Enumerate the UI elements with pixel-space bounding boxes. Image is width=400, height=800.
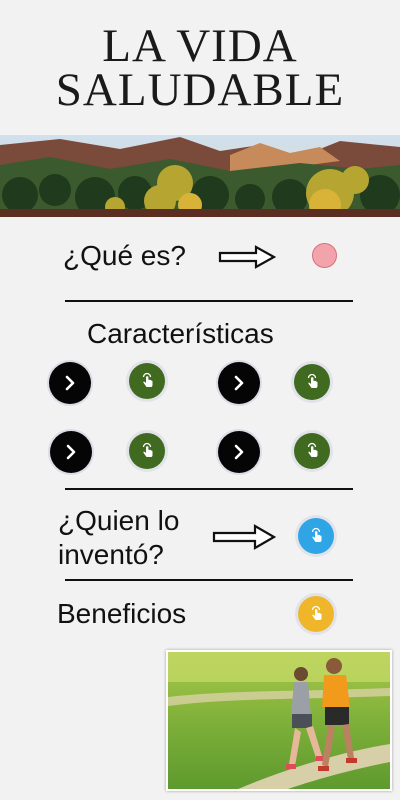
divider <box>65 300 353 302</box>
characteristic-4-next-button[interactable] <box>218 431 260 473</box>
chevron-right-icon <box>234 375 244 391</box>
tap-hand-icon <box>307 442 318 457</box>
caracteristicas-label: Características <box>87 318 274 349</box>
chevron-right-icon <box>65 375 75 391</box>
page-title: LA VIDA SALUDABLE <box>0 20 400 116</box>
chevron-right-icon <box>234 444 244 460</box>
characteristic-2-tap-button[interactable] <box>294 364 330 400</box>
chevron-right-icon <box>66 444 76 460</box>
quien-tap-button[interactable] <box>298 518 334 554</box>
quien-label-line-2: inventó? <box>58 539 164 570</box>
characteristic-1-next-button[interactable] <box>49 362 91 404</box>
divider <box>65 579 353 581</box>
tap-hand-icon <box>311 605 322 620</box>
right-arrow-icon <box>212 524 276 550</box>
characteristic-3-tap-button[interactable] <box>129 433 165 469</box>
que-es-indicator-dot[interactable] <box>312 243 337 268</box>
divider <box>65 488 353 490</box>
landscape-banner-image <box>0 135 400 217</box>
characteristic-1-tap-button[interactable] <box>129 363 165 399</box>
beneficios-label: Beneficios <box>57 598 187 629</box>
tap-hand-icon <box>307 373 318 388</box>
tap-hand-icon <box>142 442 153 457</box>
title-line-2: SALUDABLE <box>55 64 345 116</box>
quien-label-line-1: ¿Quien lo <box>58 505 180 536</box>
que-es-label: ¿Qué es? <box>63 240 186 271</box>
right-arrow-icon <box>218 245 276 269</box>
runners-photo <box>166 650 392 791</box>
title-line-1: LA VIDA <box>102 20 298 72</box>
characteristic-2-next-button[interactable] <box>218 362 260 404</box>
tap-hand-icon <box>142 372 153 387</box>
characteristic-3-next-button[interactable] <box>50 431 92 473</box>
quien-label: ¿Quien lo inventó? <box>58 504 179 572</box>
characteristic-4-tap-button[interactable] <box>294 433 330 469</box>
beneficios-tap-button[interactable] <box>298 596 334 632</box>
tap-hand-icon <box>311 527 322 542</box>
